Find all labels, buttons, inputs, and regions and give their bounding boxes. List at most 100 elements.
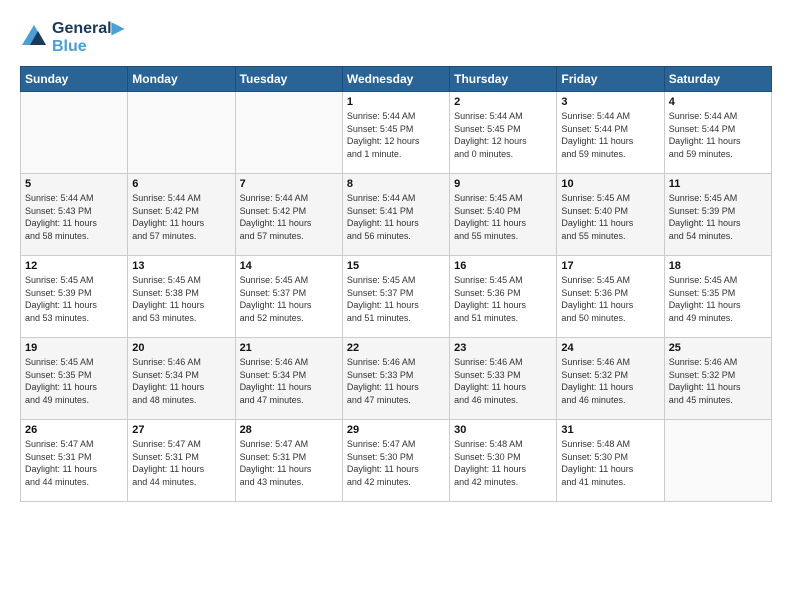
cell-content: Sunrise: 5:46 AM Sunset: 5:34 PM Dayligh… xyxy=(132,356,230,406)
calendar-cell: 29Sunrise: 5:47 AM Sunset: 5:30 PM Dayli… xyxy=(342,420,449,502)
cell-content: Sunrise: 5:45 AM Sunset: 5:36 PM Dayligh… xyxy=(561,274,659,324)
day-number: 11 xyxy=(669,178,767,190)
cell-content: Sunrise: 5:48 AM Sunset: 5:30 PM Dayligh… xyxy=(454,438,552,488)
cell-content: Sunrise: 5:46 AM Sunset: 5:32 PM Dayligh… xyxy=(669,356,767,406)
calendar-cell xyxy=(235,92,342,174)
calendar-cell: 16 Sunrise: 5:45 AM Sunset: 5:36 PM Dayli… xyxy=(450,256,557,338)
calendar-cell xyxy=(664,420,771,502)
logo: General▶ Blue xyxy=(20,18,124,56)
day-header-row: SundayMondayTuesdayWednesdayThursdayFrid… xyxy=(21,67,772,92)
day-number: 5 xyxy=(25,178,123,190)
calendar-cell: 23Sunrise: 5:46 AM Sunset: 5:33 PM Dayli… xyxy=(450,338,557,420)
day-number: 16 xyxy=(454,260,552,272)
calendar-cell xyxy=(21,92,128,174)
day-number: 24 xyxy=(561,342,659,354)
day-number: 6 xyxy=(132,178,230,190)
header: General▶ Blue xyxy=(20,18,772,56)
day-number: 18 xyxy=(669,260,767,272)
cell-content: Sunrise: 5:44 AM Sunset: 5:45 PM Dayligh… xyxy=(454,110,552,160)
cell-content: Sunrise: 5:46 AM Sunset: 5:32 PM Dayligh… xyxy=(561,356,659,406)
calendar-cell: 30Sunrise: 5:48 AM Sunset: 5:30 PM Dayli… xyxy=(450,420,557,502)
cell-content: Sunrise: 5:46 AM Sunset: 5:34 PM Dayligh… xyxy=(240,356,338,406)
calendar-cell: 18 Sunrise: 5:45 AM Sunset: 5:35 PM Dayli… xyxy=(664,256,771,338)
day-number: 25 xyxy=(669,342,767,354)
cell-content: Sunrise: 5:44 AM Sunset: 5:44 PM Dayligh… xyxy=(561,110,659,160)
calendar-cell: 28 Sunrise: 5:47 AM Sunset: 5:31 PM Dayli… xyxy=(235,420,342,502)
page: General▶ Blue SundayMondayTuesdayWednesd… xyxy=(0,0,792,612)
day-number: 27 xyxy=(132,424,230,436)
day-number: 15 xyxy=(347,260,445,272)
calendar-cell xyxy=(128,92,235,174)
day-number: 8 xyxy=(347,178,445,190)
cell-content: Sunrise: 5:45 AM Sunset: 5:40 PM Dayligh… xyxy=(454,192,552,242)
calendar-cell: 3 Sunrise: 5:44 AM Sunset: 5:44 PM Daylig… xyxy=(557,92,664,174)
cell-content: Sunrise: 5:45 AM Sunset: 5:37 PM Dayligh… xyxy=(347,274,445,324)
calendar-cell: 31 Sunrise: 5:48 AM Sunset: 5:30 PM Dayli… xyxy=(557,420,664,502)
calendar-cell: 17 Sunrise: 5:45 AM Sunset: 5:36 PM Dayli… xyxy=(557,256,664,338)
cell-content: Sunrise: 5:44 AM Sunset: 5:44 PM Dayligh… xyxy=(669,110,767,160)
day-number: 28 xyxy=(240,424,338,436)
day-number: 9 xyxy=(454,178,552,190)
cell-content: Sunrise: 5:44 AM Sunset: 5:42 PM Dayligh… xyxy=(132,192,230,242)
cell-content: Sunrise: 5:44 AM Sunset: 5:45 PM Dayligh… xyxy=(347,110,445,160)
day-number: 3 xyxy=(561,96,659,108)
cell-content: Sunrise: 5:45 AM Sunset: 5:36 PM Dayligh… xyxy=(454,274,552,324)
calendar-cell: 9 Sunrise: 5:45 AM Sunset: 5:40 PM Daylig… xyxy=(450,174,557,256)
calendar-cell: 10Sunrise: 5:45 AM Sunset: 5:40 PM Dayli… xyxy=(557,174,664,256)
calendar-cell: 26Sunrise: 5:47 AM Sunset: 5:31 PM Dayli… xyxy=(21,420,128,502)
calendar-cell: 4 Sunrise: 5:44 AM Sunset: 5:44 PM Daylig… xyxy=(664,92,771,174)
cell-content: Sunrise: 5:47 AM Sunset: 5:31 PM Dayligh… xyxy=(132,438,230,488)
day-number: 7 xyxy=(240,178,338,190)
calendar-cell: 15 Sunrise: 5:45 AM Sunset: 5:37 PM Dayli… xyxy=(342,256,449,338)
cell-content: Sunrise: 5:47 AM Sunset: 5:31 PM Dayligh… xyxy=(25,438,123,488)
calendar-cell: 24 Sunrise: 5:46 AM Sunset: 5:32 PM Dayli… xyxy=(557,338,664,420)
day-of-week-header: Thursday xyxy=(450,67,557,92)
calendar-week-row: 5 Sunrise: 5:44 AM Sunset: 5:43 PM Daylig… xyxy=(21,174,772,256)
day-number: 4 xyxy=(669,96,767,108)
cell-content: Sunrise: 5:45 AM Sunset: 5:39 PM Dayligh… xyxy=(669,192,767,242)
cell-content: Sunrise: 5:44 AM Sunset: 5:41 PM Dayligh… xyxy=(347,192,445,242)
cell-content: Sunrise: 5:45 AM Sunset: 5:39 PM Dayligh… xyxy=(25,274,123,324)
cell-content: Sunrise: 5:46 AM Sunset: 5:33 PM Dayligh… xyxy=(347,356,445,406)
calendar-cell: 20Sunrise: 5:46 AM Sunset: 5:34 PM Dayli… xyxy=(128,338,235,420)
day-of-week-header: Tuesday xyxy=(235,67,342,92)
day-number: 13 xyxy=(132,260,230,272)
calendar-cell: 13 Sunrise: 5:45 AM Sunset: 5:38 PM Dayli… xyxy=(128,256,235,338)
day-of-week-header: Friday xyxy=(557,67,664,92)
calendar-cell: 12 Sunrise: 5:45 AM Sunset: 5:39 PM Dayli… xyxy=(21,256,128,338)
cell-content: Sunrise: 5:44 AM Sunset: 5:43 PM Dayligh… xyxy=(25,192,123,242)
calendar-week-row: 26Sunrise: 5:47 AM Sunset: 5:31 PM Dayli… xyxy=(21,420,772,502)
day-number: 2 xyxy=(454,96,552,108)
cell-content: Sunrise: 5:46 AM Sunset: 5:33 PM Dayligh… xyxy=(454,356,552,406)
calendar-cell: 5 Sunrise: 5:44 AM Sunset: 5:43 PM Daylig… xyxy=(21,174,128,256)
calendar-week-row: 1 Sunrise: 5:44 AM Sunset: 5:45 PM Daylig… xyxy=(21,92,772,174)
calendar-table: SundayMondayTuesdayWednesdayThursdayFrid… xyxy=(20,66,772,502)
day-number: 19 xyxy=(25,342,123,354)
day-number: 22 xyxy=(347,342,445,354)
day-of-week-header: Sunday xyxy=(21,67,128,92)
cell-content: Sunrise: 5:47 AM Sunset: 5:31 PM Dayligh… xyxy=(240,438,338,488)
cell-content: Sunrise: 5:48 AM Sunset: 5:30 PM Dayligh… xyxy=(561,438,659,488)
day-number: 12 xyxy=(25,260,123,272)
day-number: 14 xyxy=(240,260,338,272)
calendar-cell: 21 Sunrise: 5:46 AM Sunset: 5:34 PM Dayli… xyxy=(235,338,342,420)
day-number: 21 xyxy=(240,342,338,354)
cell-content: Sunrise: 5:45 AM Sunset: 5:35 PM Dayligh… xyxy=(669,274,767,324)
calendar-cell: 6 Sunrise: 5:44 AM Sunset: 5:42 PM Daylig… xyxy=(128,174,235,256)
day-number: 31 xyxy=(561,424,659,436)
calendar-cell: 8 Sunrise: 5:44 AM Sunset: 5:41 PM Daylig… xyxy=(342,174,449,256)
cell-content: Sunrise: 5:44 AM Sunset: 5:42 PM Dayligh… xyxy=(240,192,338,242)
cell-content: Sunrise: 5:45 AM Sunset: 5:38 PM Dayligh… xyxy=(132,274,230,324)
day-of-week-header: Wednesday xyxy=(342,67,449,92)
calendar-cell: 27 Sunrise: 5:47 AM Sunset: 5:31 PM Dayli… xyxy=(128,420,235,502)
calendar-cell: 7 Sunrise: 5:44 AM Sunset: 5:42 PM Daylig… xyxy=(235,174,342,256)
day-number: 17 xyxy=(561,260,659,272)
day-of-week-header: Monday xyxy=(128,67,235,92)
cell-content: Sunrise: 5:45 AM Sunset: 5:40 PM Dayligh… xyxy=(561,192,659,242)
day-number: 1 xyxy=(347,96,445,108)
calendar-week-row: 19Sunrise: 5:45 AM Sunset: 5:35 PM Dayli… xyxy=(21,338,772,420)
day-of-week-header: Saturday xyxy=(664,67,771,92)
day-number: 29 xyxy=(347,424,445,436)
calendar-cell: 11 Sunrise: 5:45 AM Sunset: 5:39 PM Dayli… xyxy=(664,174,771,256)
calendar-cell: 2 Sunrise: 5:44 AM Sunset: 5:45 PM Daylig… xyxy=(450,92,557,174)
